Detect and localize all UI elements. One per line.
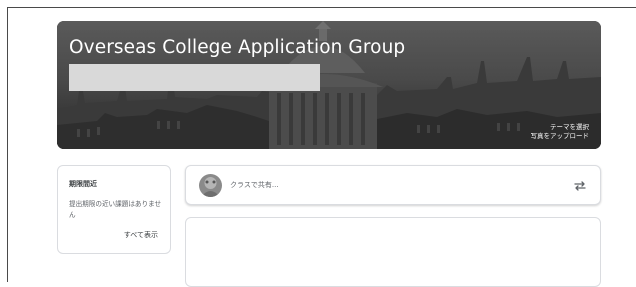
repost-icon[interactable] (573, 178, 587, 192)
upcoming-title: 期限間近 (69, 180, 97, 188)
upload-photo-link[interactable]: 写真をアップロード (531, 132, 590, 141)
avatar (199, 174, 222, 197)
stream-card (185, 217, 601, 287)
class-banner: Overseas College Application Group テーマを選… (57, 21, 601, 149)
view-all-link[interactable]: すべて表示 (124, 230, 158, 240)
class-title: Overseas College Application Group (69, 37, 406, 58)
upcoming-empty-message: 提出期限の近い課題はありません (69, 200, 162, 219)
share-placeholder: クラスで共有... (230, 181, 279, 189)
upcoming-panel: 期限間近 提出期限の近い課題はありません すべて表示 (57, 165, 171, 254)
share-with-class-box[interactable]: クラスで共有... (185, 165, 601, 205)
class-section-placeholder (69, 64, 320, 91)
select-theme-link[interactable]: テーマを選択 (550, 123, 589, 132)
